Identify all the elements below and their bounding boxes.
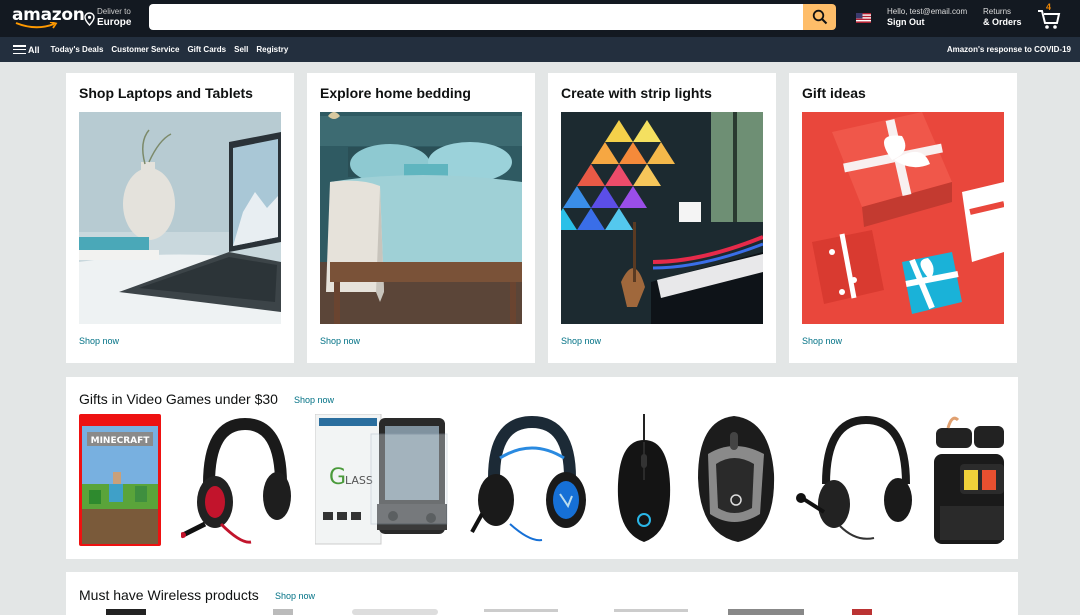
product-screen-protector[interactable]: G LASS (314, 413, 451, 546)
sub-navigation-bar: All Today's Deals Customer Service Gift … (0, 37, 1080, 62)
covid-response-link[interactable]: Amazon's response to COVID-19 (947, 45, 1071, 54)
account-greeting: Hello, test@email.com (887, 7, 968, 16)
shop-now-link[interactable]: Shop now (275, 591, 315, 601)
strip-lights-image[interactable] (561, 112, 763, 324)
returns-orders[interactable]: Returns & Orders (983, 7, 1022, 28)
svg-text:LASS: LASS (345, 474, 373, 487)
search-button[interactable] (803, 4, 836, 30)
product-switch-carrying-case[interactable] (934, 414, 1004, 546)
deliver-location: Europe (97, 17, 132, 28)
hamburger-icon (13, 45, 26, 54)
card-gift-ideas: Gift ideas Shop now (789, 73, 1017, 363)
product-red-gaming-headset[interactable] (179, 414, 293, 546)
card-bedding: Explore home bedding Shop now (307, 73, 535, 363)
product-blue-gaming-headset[interactable] (470, 414, 592, 546)
product-thumbnail[interactable] (352, 609, 438, 615)
gift-ideas-image[interactable] (802, 112, 1004, 324)
laptop-image[interactable] (79, 112, 281, 324)
returns-label: Returns (983, 7, 1012, 16)
card-strip-lights: Create with strip lights Shop now (548, 73, 776, 363)
card-title: Shop Laptops and Tablets (79, 85, 253, 101)
search-icon (812, 9, 827, 25)
us-flag-icon[interactable] (856, 13, 871, 23)
product-thumbnail[interactable] (728, 609, 804, 615)
product-thumbnail[interactable] (273, 609, 293, 615)
shop-now-link[interactable]: Shop now (561, 336, 601, 346)
card-title: Create with strip lights (561, 85, 712, 101)
nav-link-todays-deals[interactable]: Today's Deals (51, 45, 104, 54)
top-navigation-bar: amazon Deliver to Europe Hello, test@ema… (0, 0, 1080, 37)
product-thumbnail[interactable] (484, 609, 558, 612)
nav-link-gift-cards[interactable]: Gift Cards (187, 45, 226, 54)
row-title: Gifts in Video Games under $30 (79, 391, 278, 407)
nav-link-registry[interactable]: Registry (256, 45, 288, 54)
cart-count: 4 (1046, 2, 1052, 12)
amazon-smile-icon (15, 22, 58, 29)
all-menu-button[interactable]: All (13, 45, 40, 55)
search-input[interactable] (149, 4, 803, 30)
video-games-row: Gifts in Video Games under $30 Shop now … (66, 377, 1018, 559)
shop-now-link[interactable]: Shop now (320, 336, 360, 346)
product-logitech-mx-mouse[interactable] (694, 414, 776, 546)
product-thumbnail[interactable] (852, 609, 872, 615)
deliver-to[interactable]: Deliver to Europe (84, 7, 131, 31)
product-logitech-mouse[interactable] (614, 414, 674, 546)
svg-text:G: G (329, 465, 346, 490)
shop-now-link[interactable]: Shop now (802, 336, 842, 346)
location-pin-icon (84, 12, 95, 26)
product-thumbnail[interactable] (106, 609, 146, 615)
product-minecraft-game[interactable]: MINECRAFT (79, 414, 161, 546)
card-title: Explore home bedding (320, 85, 471, 101)
product-black-headset[interactable] (796, 414, 914, 546)
deliver-label: Deliver to (97, 7, 131, 16)
card-laptops: Shop Laptops and Tablets Shop now (66, 73, 294, 363)
card-title: Gift ideas (802, 85, 866, 101)
bedding-image[interactable] (320, 112, 522, 324)
all-label: All (28, 44, 40, 55)
shop-now-link[interactable]: Shop now (79, 336, 119, 346)
nav-link-sell[interactable]: Sell (234, 45, 248, 54)
shop-now-link[interactable]: Shop now (294, 395, 334, 405)
wireless-products-row: Must have Wireless products Shop now (66, 572, 1018, 615)
sign-out-link[interactable]: Sign Out (887, 17, 967, 28)
product-thumbnail[interactable] (614, 609, 688, 612)
nav-link-customer-service[interactable]: Customer Service (111, 45, 179, 54)
row-title: Must have Wireless products (79, 587, 259, 603)
svg-text:MINECRAFT: MINECRAFT (91, 436, 151, 446)
orders-label: & Orders (983, 17, 1022, 27)
account-menu[interactable]: Hello, test@email.com Sign Out (887, 7, 967, 28)
search-bar (149, 4, 836, 30)
